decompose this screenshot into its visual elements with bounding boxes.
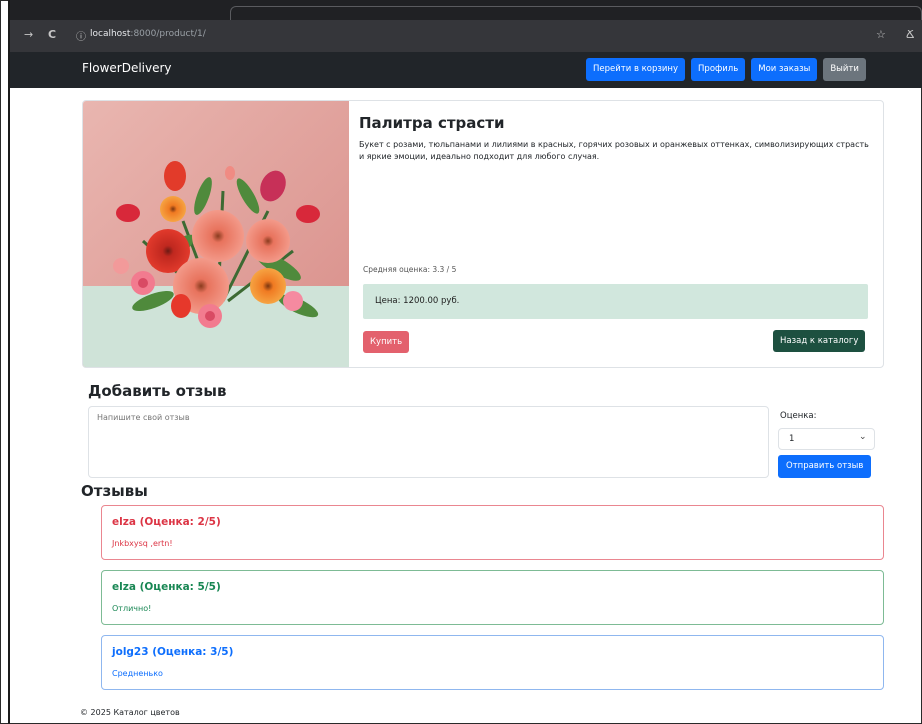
nav-buttons: Перейти в корзину Профиль Мои заказы Вый… [586, 58, 866, 81]
brand-link[interactable]: FlowerDelivery [82, 61, 172, 75]
rating-select-value: 1 [789, 434, 795, 444]
review-author: elza [112, 581, 136, 593]
reviews-heading: Отзывы [81, 482, 148, 500]
product-description: Букет с розами, тюльпанами и лилиями в к… [359, 140, 869, 161]
product-title: Палитра страсти [359, 114, 505, 132]
product-card: Палитра страсти Букет с розами, тюльпана… [82, 100, 884, 368]
review-author: elza [112, 516, 136, 528]
review-text: Отлично! [112, 604, 152, 613]
review-score: (Оценка: 2/5) [139, 516, 221, 528]
footer-text: © 2025 Каталог цветов [80, 708, 180, 717]
review-score: (Оценка: 5/5) [139, 581, 221, 593]
window-edge [8, 0, 10, 724]
review-header: jolg23 (Оценка: 3/5) [112, 646, 233, 658]
url-bar[interactable]: localhost:8000/product/1/ [90, 29, 206, 39]
review-header: elza (Оценка: 5/5) [112, 581, 221, 593]
review-text: Jnkbxysq ,ertn! [112, 539, 173, 548]
chevron-down-icon: ⌄ [859, 432, 867, 442]
review-textarea[interactable] [88, 406, 769, 478]
review-author: jolg23 [112, 646, 149, 658]
bookmark-star-icon[interactable]: ☆ [876, 28, 886, 41]
review-header: elza (Оценка: 2/5) [112, 516, 221, 528]
browser-profile-icon[interactable]: Ճ [906, 28, 914, 41]
reload-icon[interactable]: C [48, 28, 56, 42]
product-image [83, 101, 349, 367]
app-navbar: FlowerDelivery Перейти в корзину Профиль… [10, 52, 922, 88]
review-card: elza (Оценка: 5/5) Отлично! [101, 570, 884, 625]
submit-review-button[interactable]: Отправить отзыв [778, 455, 872, 478]
price-box: Цена: 1200.00 руб. [363, 284, 868, 319]
forward-icon[interactable]: → [24, 28, 33, 42]
active-tab[interactable] [230, 6, 922, 20]
site-info-icon[interactable]: ⓘ [76, 28, 86, 43]
average-rating: Средняя оценка: 3.3 / 5 [363, 265, 457, 274]
my-orders-button[interactable]: Мои заказы [751, 58, 818, 81]
back-to-catalog-button[interactable]: Назад к каталогу [773, 330, 866, 352]
rating-label: Оценка: [780, 411, 817, 421]
browser-chrome: → C ⓘ localhost:8000/product/1/ ☆ Ճ [10, 0, 922, 52]
review-card: jolg23 (Оценка: 3/5) Средненько [101, 635, 884, 690]
review-card: elza (Оценка: 2/5) Jnkbxysq ,ertn! [101, 505, 884, 560]
url-host: localhost [90, 29, 131, 39]
price-text: Цена: 1200.00 руб. [375, 296, 460, 306]
tab-strip [10, 0, 922, 20]
rating-select[interactable]: 1 ⌄ [778, 428, 875, 450]
profile-button[interactable]: Профиль [691, 58, 746, 81]
buy-button[interactable]: Купить [363, 331, 410, 353]
review-text: Средненько [112, 669, 163, 678]
cart-button[interactable]: Перейти в корзину [586, 58, 686, 81]
url-path: :8000/product/1/ [130, 29, 206, 39]
review-score: (Оценка: 3/5) [152, 646, 234, 658]
address-row: → C ⓘ localhost:8000/product/1/ ☆ Ճ [10, 20, 922, 52]
add-review-heading: Добавить отзыв [88, 382, 227, 400]
logout-button[interactable]: Выйти [823, 58, 866, 81]
